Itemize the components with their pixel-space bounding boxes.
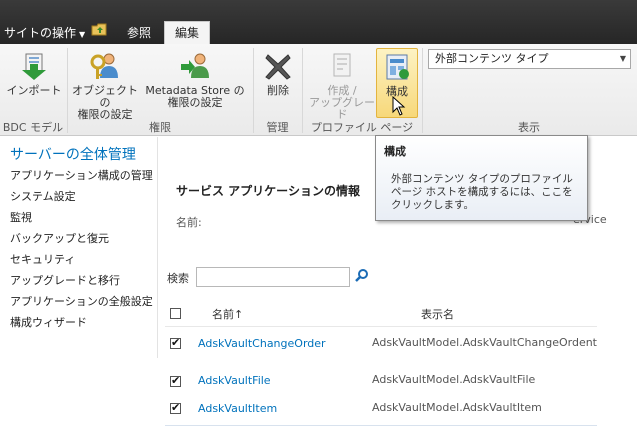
tooltip-body: 外部コンテンツ タイプのプロファイル ページ ホストを構成するには、ここをクリッ… [391,173,573,211]
metadata-permissions-line2: 権限の設定 [167,96,223,109]
column-header-display-name[interactable]: 表示名 [421,306,454,322]
import-icon [22,53,46,80]
mouse-cursor-icon [392,96,406,116]
nav-item-configuration-wizards[interactable]: 構成ウィザード [10,314,87,330]
site-actions-label: サイトの操作 [4,26,77,40]
navigate-up-folder-icon[interactable] [91,23,107,36]
tab-edit[interactable]: 編集 [164,21,210,44]
table-row-name-link[interactable]: AdskVaultChangeOrder [198,337,326,350]
configure-tooltip: 構成 外部コンテンツ タイプのプロファイル ページ ホストを構成するには、ここを… [375,135,588,221]
ribbon: インポート オブジェクトの 権限の設定 Metadata Store の 権限の… [0,44,637,136]
row-checkbox[interactable] [170,401,181,414]
tooltip-title: 構成 [384,145,406,158]
group-label-bdc-models: BDC モデル [2,121,64,134]
select-all-checkbox[interactable] [170,308,181,319]
table-row-name-link[interactable]: AdskVaultFile [198,374,271,387]
import-button[interactable]: インポート [4,50,64,97]
table-row-display-name: AdskVaultModel.AdskVaultItem [372,401,542,414]
search-label: 検索 [167,272,189,285]
header-divider [165,326,597,327]
create-page-icon [333,53,351,77]
nav-item-backup-restore[interactable]: バックアップと復元 [10,230,109,246]
import-label: インポート [6,84,62,97]
group-label-manage: 管理 [266,121,289,134]
object-permissions-line1: オブジェクトの [72,84,138,109]
configure-icon [386,54,409,80]
table-row-display-name: AdskVaultModel.AdskVaultFile [372,373,536,386]
tab-browse[interactable]: 参照 [127,24,151,41]
group-label-permissions: 権限 [149,121,171,134]
delete-label: 削除 [267,84,289,97]
delete-button[interactable]: 削除 [258,50,298,97]
table-bottom-divider [165,425,597,426]
view-select-value: 外部コンテンツ タイプ [435,52,549,65]
nav-item-monitoring[interactable]: 監視 [10,209,32,225]
nav-item-security[interactable]: セキュリティ [10,251,75,267]
delete-x-icon [265,54,291,80]
column-header-name[interactable]: 名前↑ [212,306,243,322]
left-navigation: サーバーの全体管理 アプリケーション構成の管理 システム設定 監視 バックアップ… [0,137,158,358]
search-icon[interactable] [355,268,369,282]
group-label-view: 表示 [518,121,540,134]
users-key-icon [90,53,118,79]
section-title: サービス アプリケーションの情報 [176,184,360,198]
nav-item-upgrade-migration[interactable]: アップグレードと移行 [10,272,120,288]
nav-title-central-admin[interactable]: サーバーの全体管理 [10,144,136,164]
users-arrow-icon [181,53,209,78]
object-permissions-button[interactable]: オブジェクトの 権限の設定 [70,50,140,121]
chevron-down-icon: ▼ [619,54,626,63]
row-checkbox[interactable] [170,374,181,387]
group-label-profile-pages: プロファイル ページ [310,121,414,134]
top-bar: サイトの操作 ▼ 参照 編集 [0,0,637,44]
nav-item-general-settings[interactable]: アプリケーションの全般設定 [10,293,153,309]
site-actions-menu[interactable]: サイトの操作 ▼ [4,24,85,41]
table-row-display-name: AdskVaultModel.AdskVaultChangeOrdent [372,336,597,349]
view-select[interactable]: 外部コンテンツ タイプ ▼ [428,49,631,69]
name-label: 名前: [176,216,202,229]
chevron-down-icon: ▼ [79,30,86,39]
row-checkbox[interactable] [170,336,181,349]
create-upgrade-line2: アップグレード [309,96,375,121]
metadata-store-permissions-button[interactable]: Metadata Store の 権限の設定 [140,50,250,109]
search-input[interactable] [196,267,350,287]
nav-item-application-management[interactable]: アプリケーション構成の管理 [10,167,153,183]
nav-item-system-settings[interactable]: システム設定 [10,188,76,204]
table-row-name-link[interactable]: AdskVaultItem [198,402,277,415]
create-upgrade-button[interactable]: 作成 / アップグレード [308,50,376,121]
